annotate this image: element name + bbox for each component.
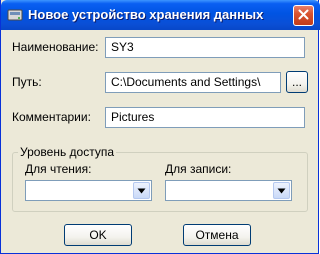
cancel-button[interactable]: Отмена xyxy=(183,224,251,246)
comment-label: Комментарии: xyxy=(12,110,91,124)
comment-field[interactable]: Pictures xyxy=(105,107,305,128)
read-access-dropdown-button[interactable] xyxy=(133,182,150,199)
write-access-dropdown-button[interactable] xyxy=(273,182,290,199)
read-access-label: Для чтения: xyxy=(25,162,92,176)
name-field[interactable]: SY3 xyxy=(105,37,305,58)
write-access-combo[interactable] xyxy=(165,180,292,201)
chevron-down-icon xyxy=(137,188,146,194)
close-icon xyxy=(298,9,309,23)
write-access-label: Для записи: xyxy=(165,162,232,176)
name-label: Наименование: xyxy=(12,40,99,54)
read-access-combo[interactable] xyxy=(25,180,152,201)
dialog-window: Новое устройство хранения данных Наимено… xyxy=(0,0,320,254)
browse-button[interactable]: ... xyxy=(286,71,308,93)
path-field[interactable]: C:\Documents and Settings\ xyxy=(105,72,281,93)
access-level-label: Уровень доступа xyxy=(18,145,117,159)
path-label: Путь: xyxy=(12,75,42,89)
title-bar[interactable]: Новое устройство хранения данных xyxy=(1,0,320,30)
window-title: Новое устройство хранения данных xyxy=(28,7,264,22)
chevron-down-icon xyxy=(277,188,286,194)
ok-button[interactable]: OK xyxy=(64,224,132,246)
disk-icon xyxy=(7,7,23,23)
close-button[interactable] xyxy=(293,5,314,26)
